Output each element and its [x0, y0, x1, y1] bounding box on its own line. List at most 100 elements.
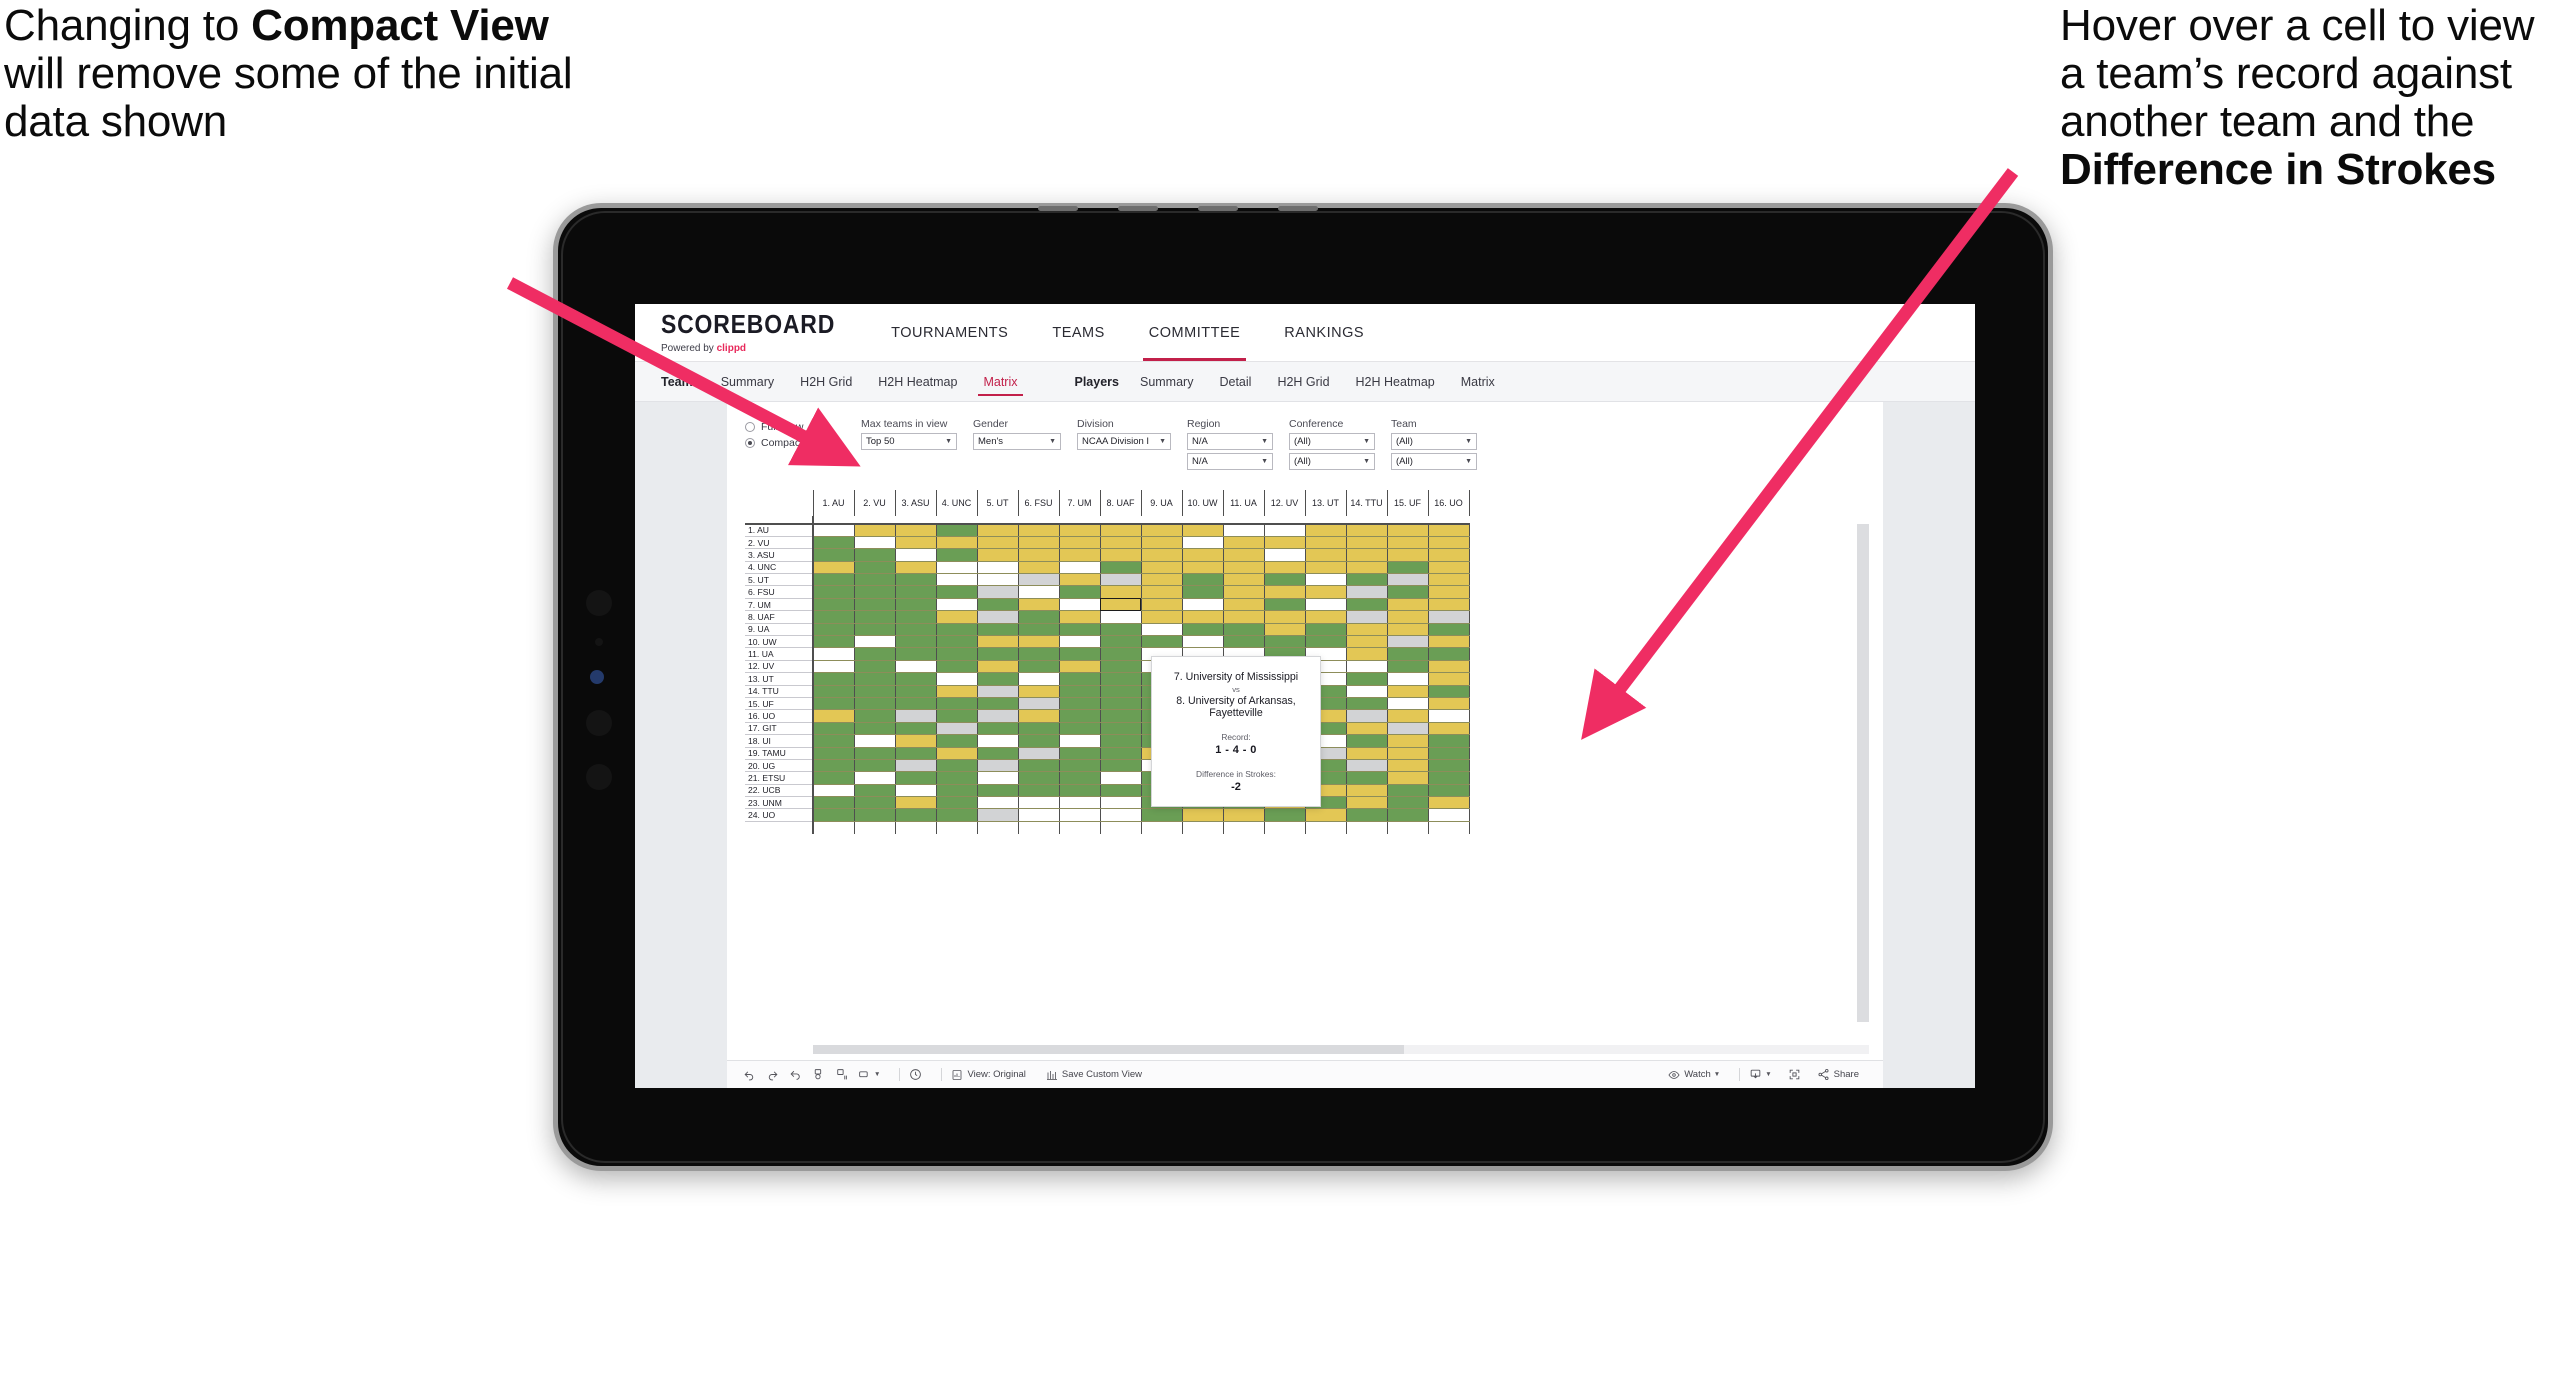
matrix-row-header[interactable]: 1. AU	[745, 524, 814, 537]
subnav-players-h2h-heatmap[interactable]: H2H Heatmap	[1343, 362, 1448, 402]
matrix-column-header[interactable]: 3. ASU	[894, 490, 937, 516]
matrix-cell[interactable]	[1058, 759, 1101, 773]
matrix-cell[interactable]	[1345, 660, 1388, 674]
radio-full-view[interactable]: Full View	[745, 421, 861, 433]
matrix-cell[interactable]	[1304, 598, 1347, 612]
matrix-row-header[interactable]: 2. VU	[745, 536, 814, 550]
matrix-cell[interactable]	[1222, 623, 1265, 637]
matrix-cell[interactable]	[1345, 734, 1388, 748]
matrix-cell[interactable]	[853, 524, 896, 537]
matrix-cell[interactable]	[1386, 573, 1429, 587]
matrix-cell[interactable]	[1017, 610, 1060, 624]
matrix-row-header[interactable]: 9. UA	[745, 623, 814, 637]
topnav-item-committee[interactable]: COMMITTEE	[1127, 304, 1263, 361]
matrix-cell[interactable]	[853, 672, 896, 686]
matrix-cell[interactable]	[1386, 623, 1429, 637]
matrix-cell[interactable]	[1058, 610, 1101, 624]
radio-compact-view[interactable]: Compact View	[745, 437, 861, 449]
matrix-cell[interactable]	[1099, 808, 1142, 822]
matrix-cell[interactable]	[812, 561, 855, 575]
matrix-cell[interactable]	[976, 672, 1019, 686]
matrix-column-header[interactable]: 9. UA	[1140, 490, 1183, 516]
matrix-cell[interactable]	[976, 536, 1019, 550]
matrix-cell[interactable]	[894, 561, 937, 575]
matrix-cell[interactable]	[1386, 585, 1429, 599]
matrix-cell[interactable]	[935, 561, 978, 575]
matrix-row-header[interactable]: 16. UO	[745, 709, 814, 723]
matrix-cell[interactable]	[894, 524, 937, 537]
matrix-cell[interactable]	[1345, 808, 1388, 822]
matrix-cell[interactable]	[1017, 647, 1060, 661]
matrix-cell[interactable]	[1304, 573, 1347, 587]
subnav-players-h2h-grid[interactable]: H2H Grid	[1264, 362, 1342, 402]
matrix-cell[interactable]	[1345, 585, 1388, 599]
matrix-cell[interactable]	[1058, 796, 1101, 810]
matrix-cell[interactable]	[1222, 548, 1265, 562]
matrix-cell[interactable]	[812, 722, 855, 736]
matrix-cell[interactable]	[1099, 734, 1142, 748]
matrix-cell[interactable]	[1263, 808, 1306, 822]
matrix-cell[interactable]	[1345, 647, 1388, 661]
matrix-cell[interactable]	[1427, 722, 1470, 736]
matrix-cell[interactable]	[935, 759, 978, 773]
subnav-players-summary[interactable]: Summary	[1127, 362, 1206, 402]
matrix-cell[interactable]	[1058, 623, 1101, 637]
matrix-cell[interactable]	[1304, 635, 1347, 649]
matrix-cell[interactable]	[1099, 573, 1142, 587]
matrix-cell[interactable]	[976, 709, 1019, 723]
matrix-cell[interactable]	[1427, 734, 1470, 748]
brand-logo[interactable]: SCOREBOARD Powered by clippd	[661, 304, 869, 361]
matrix-cell[interactable]	[1263, 585, 1306, 599]
matrix-cell[interactable]	[1386, 734, 1429, 748]
matrix-cell[interactable]	[1222, 536, 1265, 550]
matrix-cell[interactable]	[976, 548, 1019, 562]
matrix-cell[interactable]	[853, 709, 896, 723]
matrix-cell[interactable]	[1222, 635, 1265, 649]
filter-gender-select[interactable]: Men's ▼	[973, 433, 1061, 450]
filter-division-select[interactable]: NCAA Division I ▼	[1077, 433, 1171, 450]
matrix-cell[interactable]	[812, 759, 855, 773]
matrix-cell[interactable]	[1140, 585, 1183, 599]
watch-button[interactable]: Watch ▼	[1668, 1069, 1720, 1081]
matrix-cell[interactable]	[1427, 561, 1470, 575]
matrix-column-header[interactable]: 4. UNC	[935, 490, 978, 516]
matrix-cell[interactable]	[1386, 548, 1429, 562]
matrix-cell[interactable]	[894, 548, 937, 562]
matrix-cell[interactable]	[1304, 561, 1347, 575]
matrix-cell[interactable]	[1345, 747, 1388, 760]
matrix-cell[interactable]	[1181, 610, 1224, 624]
matrix-row-header[interactable]: 18. UI	[745, 734, 814, 748]
matrix-cell[interactable]	[894, 685, 937, 698]
matrix-cell[interactable]	[1386, 672, 1429, 686]
matrix-cell[interactable]	[894, 660, 937, 674]
matrix-cell[interactable]	[853, 722, 896, 736]
matrix-cell[interactable]	[1222, 573, 1265, 587]
matrix-cell[interactable]	[1017, 747, 1060, 760]
matrix-cell[interactable]	[976, 524, 1019, 537]
matrix-column-header[interactable]: 2. VU	[853, 490, 896, 516]
matrix-row-header[interactable]: 21. ETSU	[745, 771, 814, 785]
matrix-cell[interactable]	[1017, 672, 1060, 686]
matrix-cell[interactable]	[1058, 524, 1101, 537]
matrix-cell[interactable]	[1263, 598, 1306, 612]
matrix-row-header[interactable]: 8. UAF	[745, 610, 814, 624]
matrix-cell[interactable]	[1058, 709, 1101, 723]
matrix-cell[interactable]	[976, 660, 1019, 674]
matrix-row-header[interactable]: 12. UV	[745, 660, 814, 674]
matrix-cell[interactable]	[1058, 635, 1101, 649]
matrix-column-header[interactable]: 14. TTU	[1345, 490, 1388, 516]
matrix-cell[interactable]	[894, 697, 937, 711]
matrix-cell[interactable]	[976, 610, 1019, 624]
matrix-cell[interactable]	[1386, 524, 1429, 537]
matrix-cell[interactable]	[1058, 734, 1101, 748]
matrix-cell[interactable]	[1345, 598, 1388, 612]
matrix-cell[interactable]	[1345, 635, 1388, 649]
matrix-cell[interactable]	[1427, 685, 1470, 698]
matrix-cell[interactable]	[853, 784, 896, 798]
matrix-cell[interactable]	[1058, 672, 1101, 686]
matrix-cell[interactable]	[1099, 548, 1142, 562]
matrix-cell[interactable]	[935, 697, 978, 711]
matrix-cell[interactable]	[1427, 709, 1470, 723]
matrix-cell[interactable]	[1181, 561, 1224, 575]
matrix-cell[interactable]	[853, 561, 896, 575]
